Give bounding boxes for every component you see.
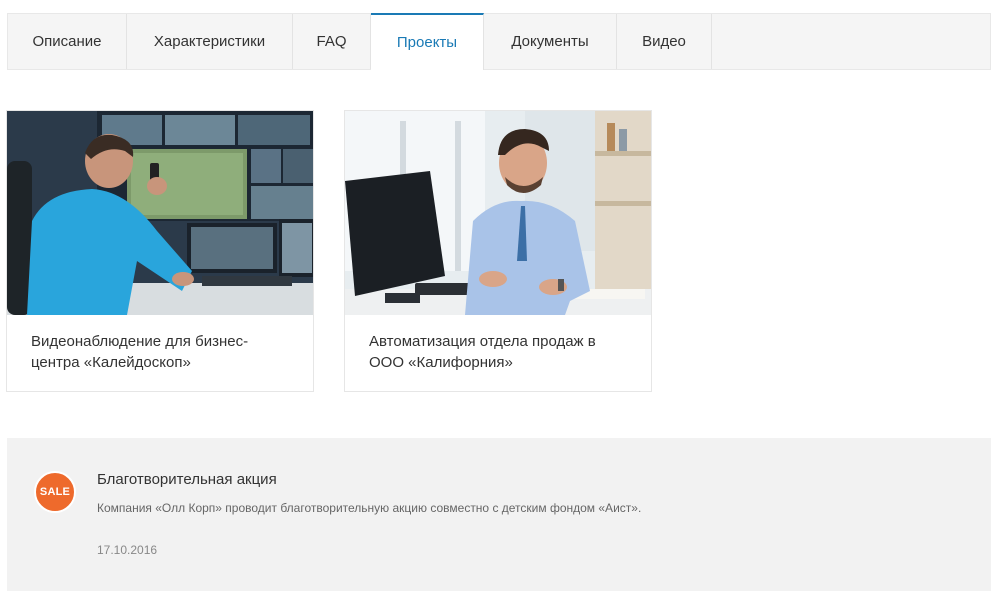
project-title[interactable]: Автоматизация отдела продаж в ООО «Калиф… xyxy=(369,331,624,373)
sale-badge: SALE xyxy=(34,471,76,513)
tab-label: Характеристики xyxy=(153,33,266,50)
security-operator-photo[interactable] xyxy=(7,111,313,315)
office-worker-photo[interactable] xyxy=(345,111,651,315)
tab-bar: Описание Характеристики FAQ Проекты Доку… xyxy=(7,13,991,70)
tab-label: Документы xyxy=(511,33,589,50)
project-card[interactable]: Видеонаблюдение для бизнес-центра «Калей… xyxy=(6,110,314,392)
tab-description[interactable]: Описание xyxy=(8,14,127,69)
news-date: 17.10.2016 xyxy=(97,543,158,557)
news-description: Компания «Олл Корп» проводит благотворит… xyxy=(97,501,642,515)
tab-label: Проекты xyxy=(396,33,458,51)
tab-projects[interactable]: Проекты xyxy=(371,13,484,70)
tab-characteristics[interactable]: Характеристики xyxy=(127,14,293,69)
tab-documents[interactable]: Документы xyxy=(484,14,617,69)
tab-video[interactable]: Видео xyxy=(617,14,712,69)
news-banner: SALE Благотворительная акция Компания «О… xyxy=(7,438,991,591)
news-title[interactable]: Благотворительная акция xyxy=(97,471,277,488)
project-title[interactable]: Видеонаблюдение для бизнес-центра «Калей… xyxy=(31,331,286,373)
tab-faq[interactable]: FAQ xyxy=(293,14,371,69)
tab-label: Описание xyxy=(32,33,102,50)
tab-label: Видео xyxy=(642,33,686,50)
project-card[interactable]: Автоматизация отдела продаж в ООО «Калиф… xyxy=(344,110,652,392)
tab-label: FAQ xyxy=(316,33,347,50)
